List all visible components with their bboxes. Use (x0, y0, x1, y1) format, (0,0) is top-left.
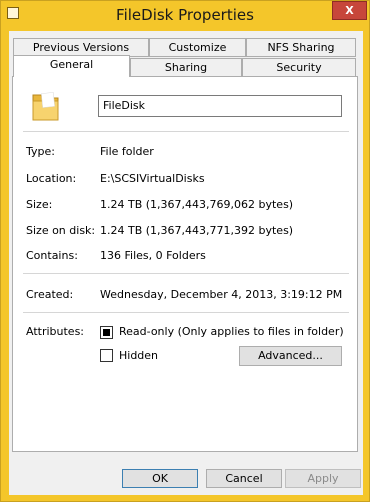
contains-value: 136 Files, 0 Folders (100, 249, 206, 262)
window-title: FileDisk Properties (116, 6, 254, 24)
created-value: Wednesday, December 4, 2013, 3:19:12 PM (100, 288, 343, 301)
tab-security[interactable]: Security (242, 58, 356, 77)
size-label: Size: (26, 198, 53, 211)
size-value: 1.24 TB (1,367,443,769,062 bytes) (100, 198, 294, 211)
type-label: Type: (26, 145, 55, 158)
ok-button[interactable]: OK (122, 469, 198, 488)
properties-window: FileDisk Properties X Previous Versions … (0, 0, 370, 502)
separator (23, 131, 349, 132)
tab-sharing[interactable]: Sharing (130, 58, 242, 77)
location-label: Location: (26, 172, 77, 185)
separator (23, 273, 349, 274)
tab-general[interactable]: General (13, 55, 130, 77)
tab-label: General (49, 58, 94, 71)
size-on-disk-label: Size on disk: (26, 224, 96, 237)
tab-label: Sharing (164, 61, 208, 74)
size-on-disk-value: 1.24 TB (1,367,443,771,392 bytes) (100, 224, 294, 237)
created-label: Created: (26, 288, 74, 301)
folder-icon (32, 92, 59, 121)
location-value: E:\SCSIVirtualDisks (100, 172, 205, 185)
tab-customize[interactable]: Customize (149, 38, 246, 57)
advanced-button[interactable]: Advanced... (239, 346, 342, 366)
folder-name-input[interactable]: FileDisk (98, 95, 342, 117)
attributes-label: Attributes: (26, 325, 85, 338)
readonly-label: Read-only (Only applies to files in fold… (119, 325, 344, 338)
hidden-checkbox[interactable] (100, 349, 113, 362)
tab-nfs-sharing[interactable]: NFS Sharing (246, 38, 356, 57)
close-button[interactable]: X (332, 1, 367, 20)
type-value: File folder (100, 145, 154, 158)
tab-label: Security (276, 61, 322, 74)
apply-button[interactable]: Apply (285, 469, 361, 488)
tab-label: Customize (168, 41, 227, 54)
title-bar[interactable]: FileDisk Properties X (1, 1, 369, 31)
general-panel: FileDisk Type: File folder Location: E:\… (12, 76, 358, 452)
contains-label: Contains: (26, 249, 78, 262)
separator (23, 312, 349, 313)
dialog-body: Previous Versions Customize NFS Sharing … (9, 31, 363, 495)
tab-label: Previous Versions (32, 41, 130, 54)
hidden-label: Hidden (119, 349, 159, 362)
cancel-button[interactable]: Cancel (206, 469, 282, 488)
readonly-checkbox[interactable] (100, 326, 113, 339)
tab-label: NFS Sharing (267, 41, 335, 54)
